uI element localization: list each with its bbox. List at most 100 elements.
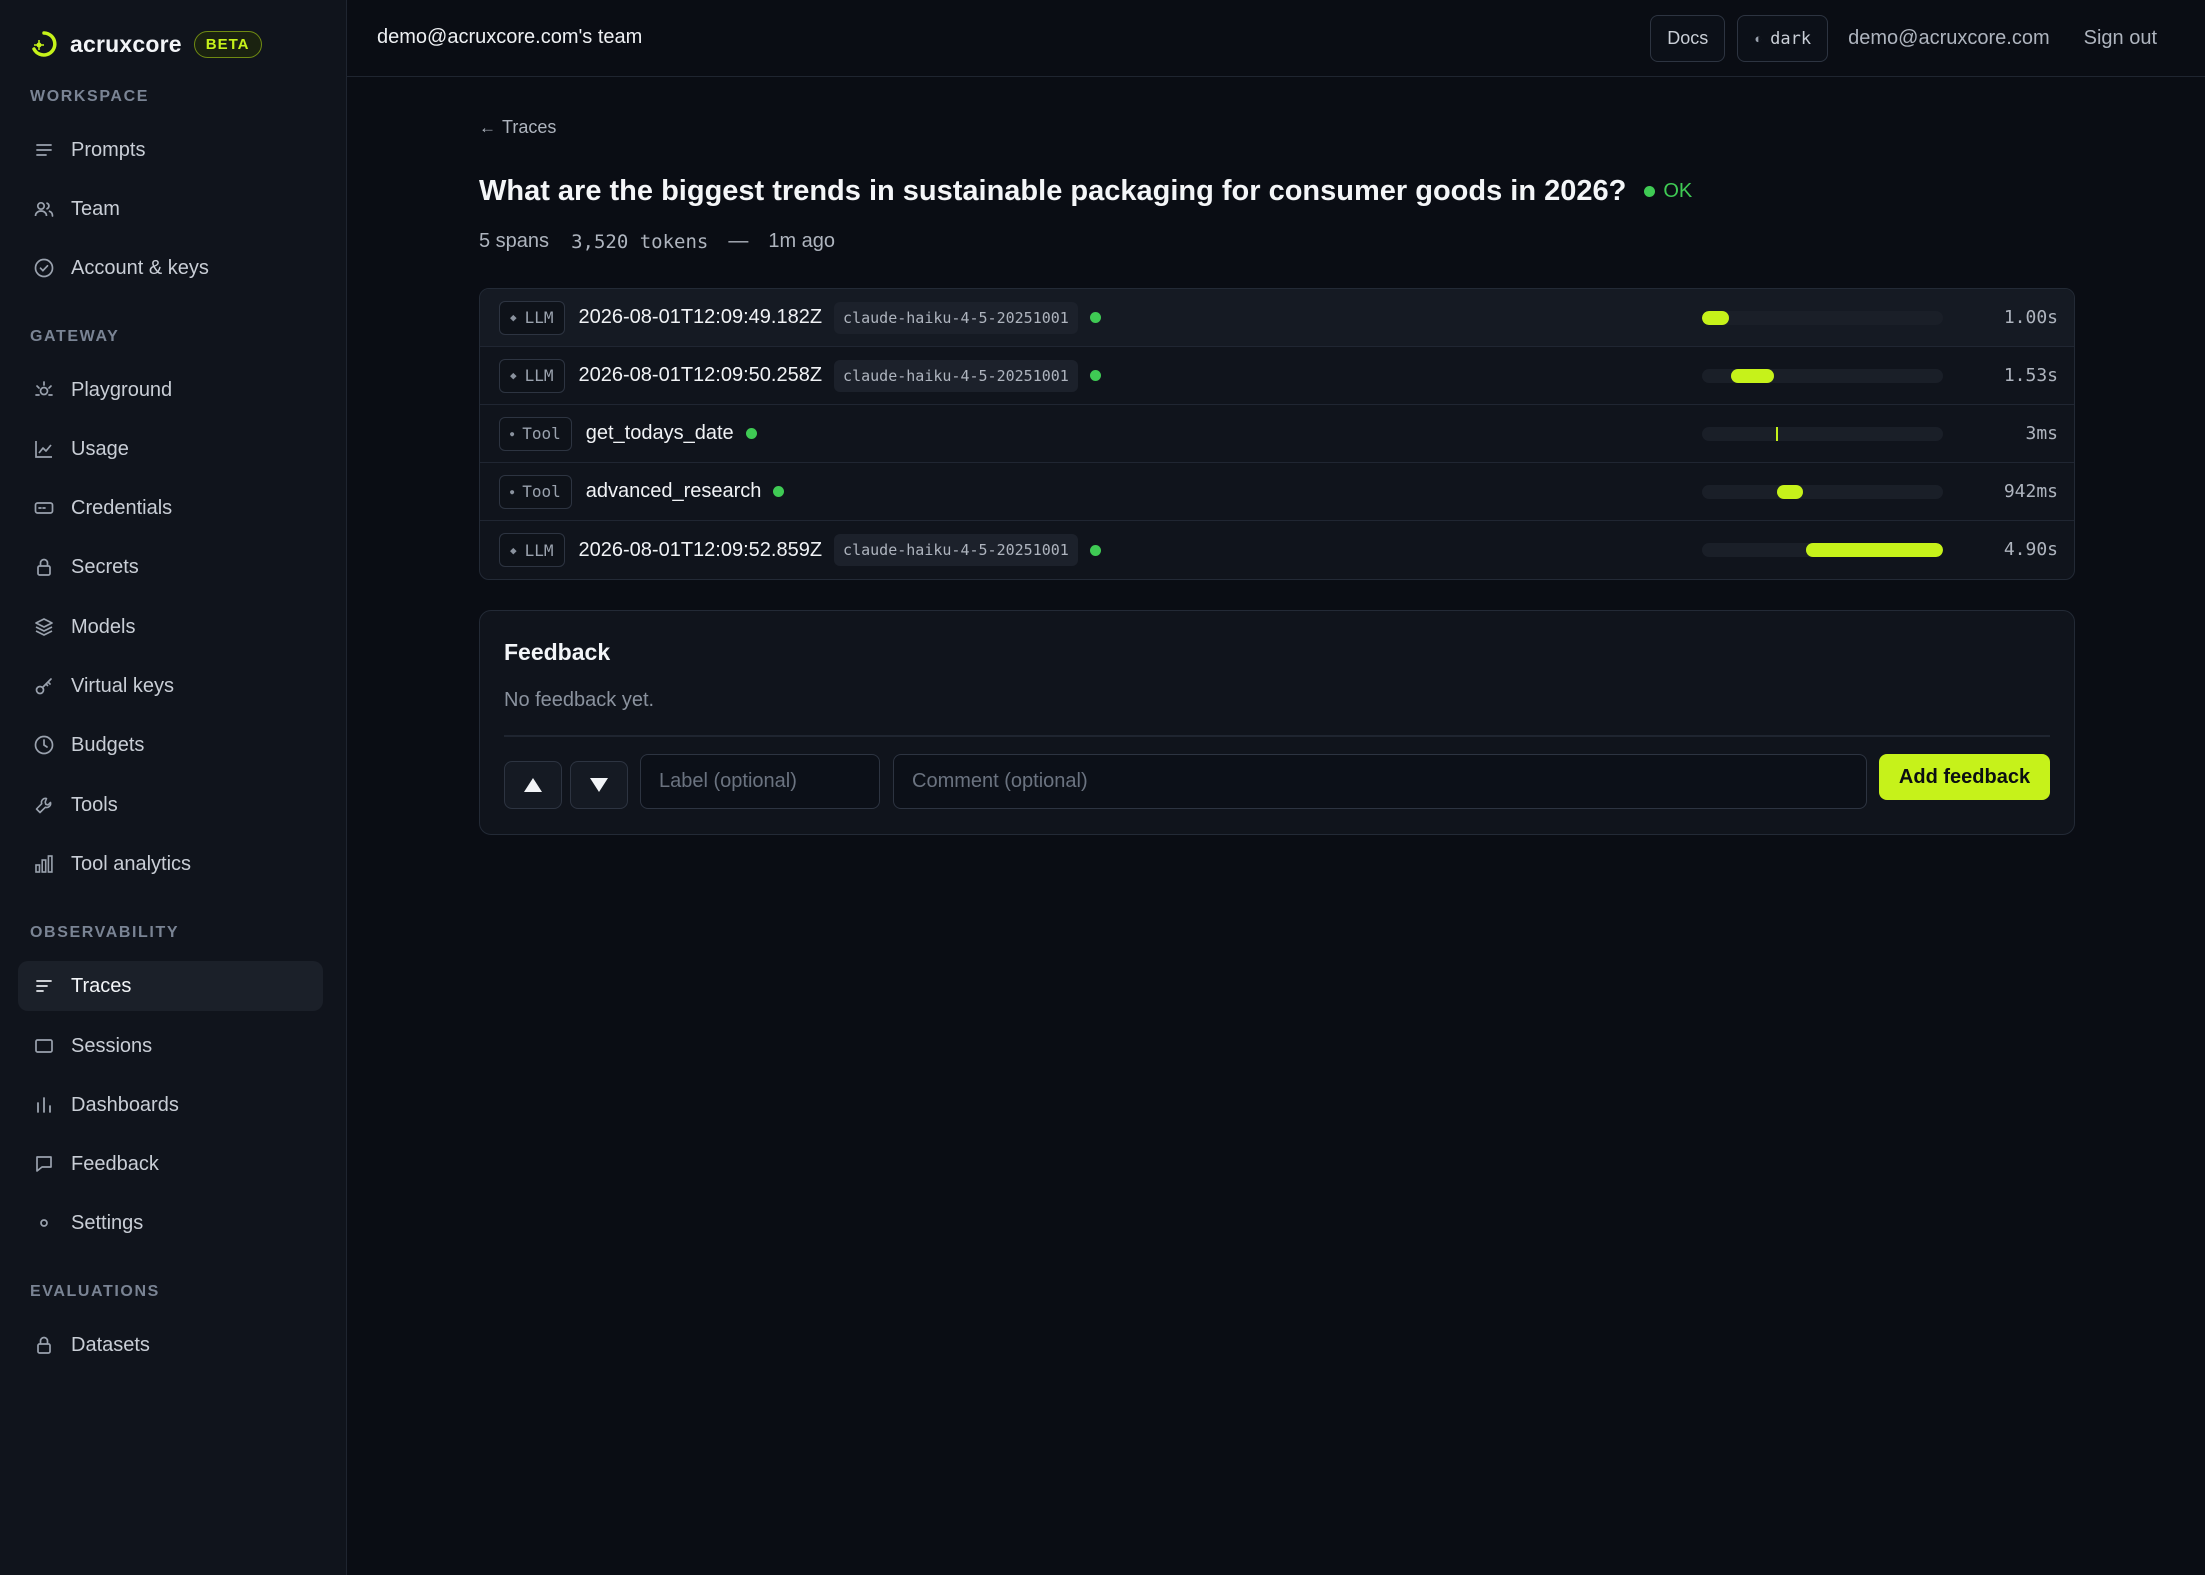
timeline-bar (1776, 485, 1804, 499)
span-duration: 4.90s (2003, 539, 2058, 560)
timeline-bar (1702, 311, 1729, 325)
model-badge: claude-haiku-4-5-20251001 (834, 359, 1078, 392)
trace-meta: 5 spans 3,520 tokens — 1m ago (479, 230, 835, 253)
line-chart-icon (35, 441, 52, 458)
sidebar-item-label: Sessions (71, 1034, 153, 1057)
span-kind-badge: ● Tool (499, 416, 572, 451)
gear-icon (40, 1219, 48, 1227)
status-dot-icon (745, 428, 757, 439)
model-badge: claude-haiku-4-5-20251001 (834, 301, 1078, 334)
span-row[interactable]: ◆ LLM 2026-08-01T12:09:50.258Z claude-haiku… (480, 347, 2074, 405)
sidebar-item-label: Team (71, 197, 120, 220)
status-badge: OK (1644, 180, 1692, 203)
span-name: 2026-08-01T12:09:52.859Z (578, 538, 823, 561)
theme-toggle[interactable]: ◐ dark (1737, 15, 1829, 62)
span-name: 2026-08-01T12:09:49.182Z (578, 306, 823, 328)
span-row[interactable]: ◆ LLM 2026-08-01T12:09:49.182Z claude-haiku… (480, 289, 2074, 347)
status-label: OK (1663, 180, 1693, 202)
status-dot-icon (1089, 370, 1101, 381)
span-kind: Tool (522, 424, 561, 443)
label-input[interactable] (640, 754, 880, 809)
brand[interactable]: acruxcore BETA (30, 28, 262, 60)
half-moon-icon: ◐ (1754, 31, 1763, 46)
lock-icon (37, 1336, 51, 1354)
breadcrumb-traces[interactable]: Traces (502, 117, 556, 138)
sidebar-item-settings[interactable]: Settings (18, 1198, 323, 1248)
topbar: demo@acruxcore.com's team Docs ◐ dark de… (347, 0, 2205, 77)
sidebar-item-label: Usage (71, 437, 129, 460)
users-icon (34, 201, 54, 217)
lines-icon (36, 144, 52, 156)
thumbs-down-button[interactable] (570, 761, 628, 809)
sidebar-item-label: Secrets (71, 555, 139, 578)
sparkle-icon (35, 381, 53, 396)
span-duration: 3ms (2025, 423, 2058, 444)
sidebar-item-tool-analytics[interactable]: Tool analytics (18, 839, 323, 889)
sidebar-item-team[interactable]: Team (18, 184, 323, 234)
bar-chart-icon (35, 855, 53, 873)
span-kind-badge: ◆ LLM (499, 533, 565, 567)
sidebar-item-tools[interactable]: Tools (18, 780, 323, 830)
layers-icon (35, 618, 53, 636)
section-workspace: WORKSPACE (30, 88, 149, 105)
diamond-icon: ◆ (510, 369, 517, 382)
timeline-track (1702, 311, 1943, 325)
dot-icon: ● (510, 487, 515, 496)
sidebar-item-label: Models (71, 615, 136, 638)
sidebar-item-secrets[interactable]: Secrets (18, 542, 323, 592)
message-icon (36, 1156, 52, 1172)
span-kind: LLM (524, 308, 554, 327)
sidebar: acruxcore BETA WORKSPACE Prompts Team Ac… (0, 0, 347, 1575)
sidebar-item-feedback[interactable]: Feedback (18, 1139, 323, 1189)
acruxcore-logo-icon (32, 31, 57, 57)
span-row[interactable]: ◆ LLM 2026-08-01T12:09:52.859Z claude-haiku… (480, 521, 2074, 579)
card-icon (34, 502, 54, 514)
sidebar-item-account-keys[interactable]: Account & keys (18, 243, 323, 293)
span-duration: 1.53s (2003, 365, 2058, 386)
feedback-panel: Feedback No feedback yet. Add feedback (479, 610, 2075, 835)
sidebar-item-prompts[interactable]: Prompts (18, 125, 323, 175)
sidebar-item-label: Credentials (71, 496, 173, 519)
breadcrumb[interactable]: ← Traces (479, 117, 556, 138)
sidebar-item-virtual-keys[interactable]: Virtual keys (18, 661, 323, 711)
span-kind: LLM (524, 366, 554, 385)
sidebar-item-credentials[interactable]: Credentials (18, 483, 323, 533)
beta-badge: BETA (193, 30, 262, 58)
span-name: advanced_research (585, 480, 762, 502)
docs-button[interactable]: Docs (1650, 15, 1726, 62)
span-row[interactable]: ● Tool get_todays_date 3ms (480, 405, 2074, 463)
sidebar-item-traces[interactable]: Traces (18, 961, 323, 1011)
sidebar-item-usage[interactable]: Usage (18, 424, 323, 474)
sidebar-item-sessions[interactable]: Sessions (18, 1021, 323, 1071)
sidebar-item-budgets[interactable]: Budgets (18, 720, 323, 770)
window-icon (35, 1039, 53, 1053)
sign-out-button[interactable]: Sign out (2070, 27, 2157, 50)
sidebar-item-models[interactable]: Models (18, 602, 323, 652)
sidebar-item-datasets[interactable]: Datasets (18, 1320, 323, 1370)
sidebar-item-label: Settings (71, 1211, 144, 1234)
sidebar-item-label: Datasets (71, 1333, 150, 1356)
status-dot-icon (1089, 312, 1101, 323)
comment-input[interactable] (893, 754, 1867, 809)
arrow-left-icon: ← (479, 117, 496, 137)
user-email: demo@acruxcore.com (1848, 27, 2050, 49)
section-evaluations: EVALUATIONS (30, 1283, 160, 1300)
meta-separator: — (728, 230, 749, 252)
span-name: 2026-08-01T12:09:50.258Z (578, 364, 823, 386)
thumbs-up-button[interactable] (504, 761, 562, 809)
feedback-empty-text: No feedback yet. (504, 689, 655, 711)
timeline-bar (1805, 543, 1943, 557)
section-observability: OBSERVABILITY (30, 924, 180, 941)
spans-count: 5 spans (479, 230, 550, 252)
sidebar-item-playground[interactable]: Playground (18, 365, 323, 415)
sidebar-item-dashboards[interactable]: Dashboards (18, 1080, 323, 1130)
team-name[interactable]: demo@acruxcore.com's team (377, 26, 642, 49)
span-row[interactable]: ● Tool advanced_research 942ms (480, 463, 2074, 521)
span-kind-badge: ● Tool (499, 474, 572, 509)
spans-list: ◆ LLM 2026-08-01T12:09:49.182Z claude-haiku… (479, 288, 2075, 580)
diamond-icon: ◆ (510, 311, 517, 324)
add-feedback-button[interactable]: Add feedback (1879, 754, 2050, 800)
sidebar-item-label: Tool analytics (71, 852, 192, 875)
triangle-down-icon (590, 778, 608, 792)
status-dot-icon (773, 486, 785, 497)
